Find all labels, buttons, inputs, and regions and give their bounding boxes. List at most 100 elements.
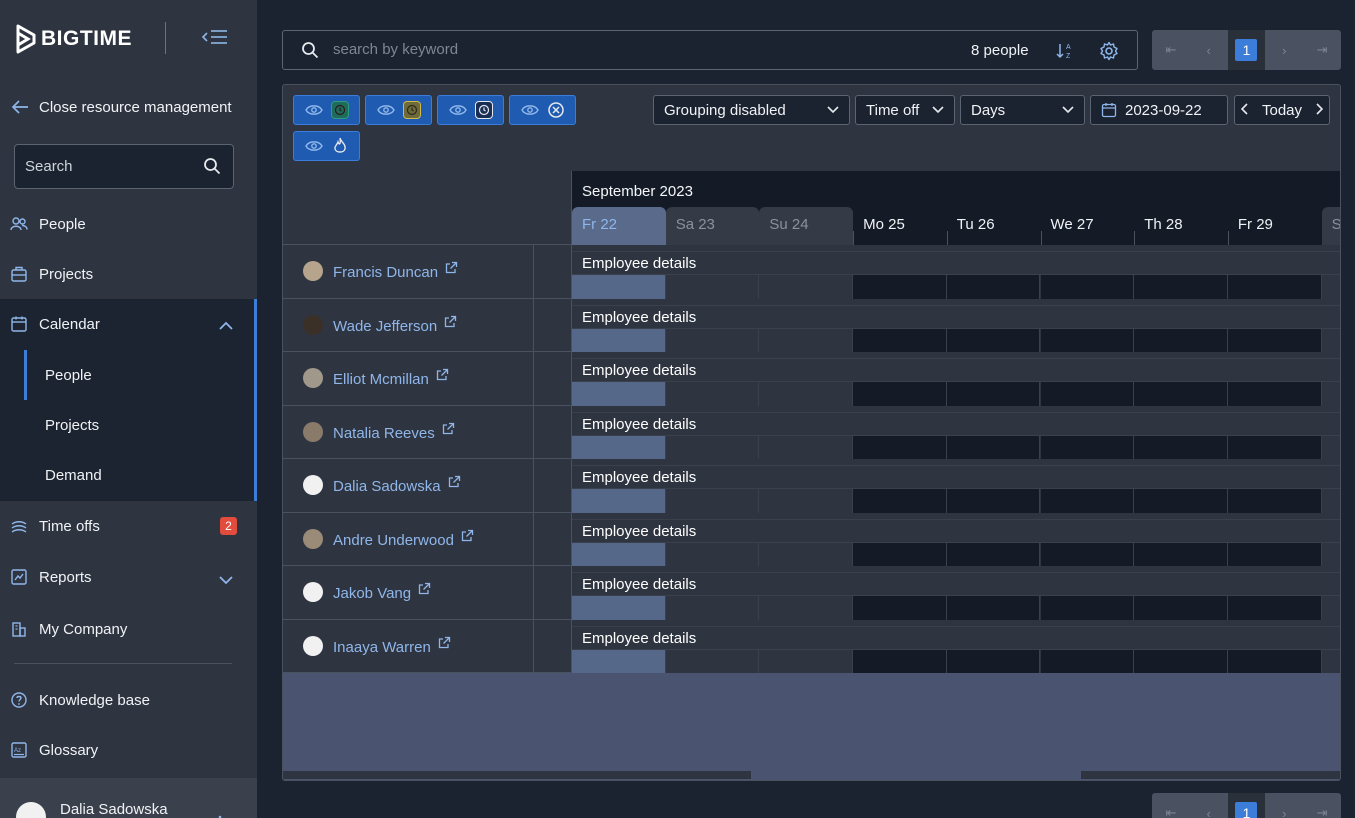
day-cell[interactable] xyxy=(853,489,947,513)
last-page-button[interactable]: ⇥ xyxy=(1303,793,1341,818)
keyword-search-input[interactable] xyxy=(333,41,833,58)
day-cell[interactable] xyxy=(946,435,1041,459)
day-cell[interactable] xyxy=(1321,435,1340,459)
employee-details-label[interactable]: Employee details xyxy=(572,251,1340,275)
sidebar-item-people[interactable]: People xyxy=(0,199,257,249)
person-name-link[interactable]: Andre Underwood xyxy=(333,532,454,549)
day-cell[interactable] xyxy=(946,542,1041,566)
filter-toggle-assigned[interactable] xyxy=(293,95,360,125)
day-cell[interactable] xyxy=(1321,275,1340,299)
external-link-icon[interactable] xyxy=(447,475,461,493)
day-cell[interactable] xyxy=(665,435,760,459)
day-cell[interactable] xyxy=(1134,328,1228,352)
day-cell[interactable] xyxy=(1040,596,1135,620)
day-cell[interactable] xyxy=(572,275,666,299)
prev-page-button[interactable]: ‹ xyxy=(1190,30,1228,70)
day-cell[interactable] xyxy=(946,382,1041,406)
today-button[interactable]: Today xyxy=(1262,102,1302,119)
day-cell[interactable] xyxy=(665,649,760,673)
day-cell[interactable] xyxy=(759,328,854,352)
day-cell[interactable] xyxy=(1227,649,1322,673)
sidebar-subitem-calendar-people[interactable]: People xyxy=(24,350,254,400)
day-cell[interactable] xyxy=(1040,649,1135,673)
brand-logo[interactable]: BIGTIME xyxy=(15,24,132,54)
day-cell[interactable] xyxy=(572,489,666,513)
day-cell[interactable] xyxy=(759,596,854,620)
sidebar-subitem-calendar-demand[interactable]: Demand xyxy=(24,450,254,500)
day-cell[interactable] xyxy=(853,275,947,299)
grouping-dropdown[interactable]: Grouping disabled xyxy=(653,95,850,125)
day-cell[interactable] xyxy=(1227,489,1322,513)
day-cell[interactable] xyxy=(759,489,854,513)
day-cell[interactable] xyxy=(665,328,760,352)
chevron-down-icon[interactable] xyxy=(218,572,234,589)
day-cell[interactable] xyxy=(1040,542,1135,566)
person-name-link[interactable]: Inaaya Warren xyxy=(333,639,431,656)
day-cell[interactable] xyxy=(572,649,666,673)
external-link-icon[interactable] xyxy=(441,422,455,440)
person-name-link[interactable]: Elliot Mcmillan xyxy=(333,371,429,388)
day-cell[interactable] xyxy=(946,328,1041,352)
employee-details-label[interactable]: Employee details xyxy=(572,358,1340,382)
external-link-icon[interactable] xyxy=(460,529,474,547)
more-options-icon[interactable] xyxy=(218,810,222,818)
day-cell[interactable] xyxy=(1227,328,1322,352)
day-cell[interactable] xyxy=(665,542,760,566)
search-icon[interactable] xyxy=(203,157,221,179)
day-cell[interactable] xyxy=(572,435,666,459)
day-cell[interactable] xyxy=(853,382,947,406)
external-link-icon[interactable] xyxy=(437,636,451,654)
filter-toggle-pending[interactable] xyxy=(365,95,432,125)
day-cell[interactable] xyxy=(1134,435,1228,459)
date-picker[interactable]: 2023-09-22 xyxy=(1090,95,1228,125)
next-page-button[interactable]: › xyxy=(1265,793,1303,818)
external-link-icon[interactable] xyxy=(444,261,458,279)
day-cell[interactable] xyxy=(1040,435,1135,459)
sidebar-item-knowledge-base[interactable]: Knowledge base xyxy=(0,675,257,725)
day-cell[interactable] xyxy=(946,275,1041,299)
horizontal-scrollbar[interactable] xyxy=(283,769,1340,780)
day-cell[interactable] xyxy=(946,649,1041,673)
external-link-icon[interactable] xyxy=(443,315,457,333)
day-cell[interactable] xyxy=(759,382,854,406)
day-cell[interactable] xyxy=(759,435,854,459)
day-cell[interactable] xyxy=(853,435,947,459)
sidebar-item-glossary[interactable]: Az Glossary xyxy=(0,725,257,775)
employee-details-label[interactable]: Employee details xyxy=(572,411,1340,436)
employee-details-label[interactable]: Employee details xyxy=(572,304,1340,329)
sidebar-search-input[interactable] xyxy=(25,158,195,175)
employee-details-label[interactable]: Employee details xyxy=(572,572,1340,596)
prev-page-button[interactable]: ‹ xyxy=(1190,793,1228,818)
external-link-icon[interactable] xyxy=(417,582,431,600)
day-cell[interactable] xyxy=(1321,328,1340,352)
day-cell[interactable] xyxy=(572,596,666,620)
sidebar-item-calendar[interactable]: Calendar xyxy=(0,299,257,349)
day-cell[interactable] xyxy=(572,542,666,566)
person-name-link[interactable]: Jakob Vang xyxy=(333,585,411,602)
current-page[interactable]: 1 xyxy=(1227,793,1266,818)
day-cell[interactable] xyxy=(946,489,1041,513)
first-page-button[interactable]: ⇤ xyxy=(1152,793,1190,818)
day-cell[interactable] xyxy=(665,382,760,406)
employee-details-label[interactable]: Employee details xyxy=(572,625,1340,650)
day-cell[interactable] xyxy=(1040,489,1135,513)
day-cell[interactable] xyxy=(853,596,947,620)
type-dropdown[interactable]: Time off xyxy=(855,95,955,125)
filter-toggle-scheduled[interactable] xyxy=(437,95,504,125)
sidebar-item-reports[interactable]: Reports xyxy=(0,552,257,602)
day-cell[interactable] xyxy=(665,275,760,299)
user-menu[interactable]: Dalia Sadowska xyxy=(0,778,257,818)
day-cell[interactable] xyxy=(665,489,760,513)
day-cell[interactable] xyxy=(1134,542,1228,566)
day-cell[interactable] xyxy=(1134,649,1228,673)
employee-details-label[interactable]: Employee details xyxy=(572,465,1340,489)
first-page-button[interactable]: ⇤ xyxy=(1152,30,1190,70)
last-page-button[interactable]: ⇥ xyxy=(1303,30,1341,70)
chevron-right-icon[interactable] xyxy=(1315,102,1324,119)
next-page-button[interactable]: › xyxy=(1265,30,1303,70)
day-cell[interactable] xyxy=(759,542,854,566)
day-cell[interactable] xyxy=(1321,489,1340,513)
current-page[interactable]: 1 xyxy=(1227,30,1266,70)
filter-toggle-holiday[interactable] xyxy=(293,131,360,161)
day-cell[interactable] xyxy=(1321,649,1340,673)
